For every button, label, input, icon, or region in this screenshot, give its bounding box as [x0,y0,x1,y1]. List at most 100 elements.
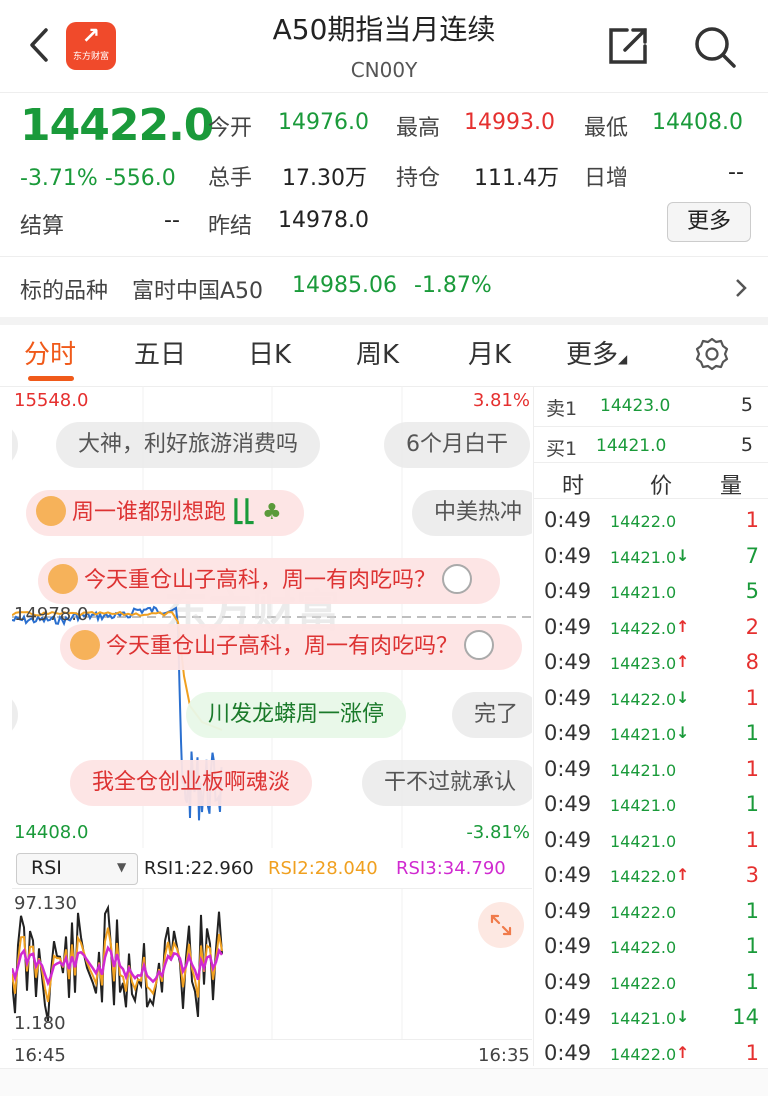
tab-daily-k[interactable]: 日K [248,334,291,371]
trade-time: 0:49 [544,650,592,674]
tab-five-day[interactable]: 五日 [134,334,186,371]
rsi2-value: RSI2:28.040 [268,858,378,879]
danmu-text: 大神，利好旅游消费吗 [78,432,299,457]
volume-label: 总手 [208,166,253,191]
trade-time: 0:49 [544,1040,592,1065]
trade-time: 0:49 [544,579,592,603]
open-label: 今开 [208,116,253,141]
danmu-bubble[interactable]: 完了 [452,692,532,738]
expand-chart-button[interactable] [478,902,524,948]
underlying-change: -1.87% [414,273,492,298]
trade-panel: 卖1 14423.0 5 买1 14421.0 5 时 价 量 0:49 1442… [533,386,768,1066]
change-abs: -556.0 [104,166,176,191]
chart-min-price: 14408.0 [14,822,89,843]
trade-row: 0:49 14422.0 1 [534,966,768,1001]
oi-value: 111.4万 [474,166,559,191]
intraday-chart[interactable]: 东方财富 盘 大神，利好旅游消费吗 6个月白干 周一谁都别想跑 ⎣⎣ ♣ 中美热… [12,386,532,848]
arrow-up-icon: ↑ [676,1042,690,1062]
share-icon[interactable] [605,24,651,68]
underlying-label: 标的品种 [20,279,109,304]
trade-price: 14421.0 [610,1009,677,1028]
trade-volume: 1 [745,756,759,781]
top-bar: ↗ 东方财富 A50期指当月连续 CN00Y [0,0,768,93]
danmu-bubble[interactable]: 大神，利好旅游消费吗 [56,422,321,468]
rsi-chart[interactable]: 97.130 1.180 [12,888,532,1040]
danmu-bubble[interactable]: 干不过就承认 [362,760,532,806]
rsi-min: 1.180 [14,1013,66,1034]
trade-row: 0:49 14423.0 ↑ 8 [534,646,768,681]
trade-volume: 1 [745,721,759,745]
tab-weekly-k[interactable]: 周K [356,334,399,371]
trade-price: 14422.0 [610,973,677,993]
trade-row: 0:49 14422.0 1 [534,895,768,930]
tab-intraday[interactable]: 分时 [24,334,76,371]
trade-price: 14421.0 [610,583,677,602]
danmu-text: 6个月白干 [406,432,508,457]
trade-time: 0:49 [544,543,592,568]
trade-row: 0:49 14422.0 1 [534,504,768,539]
prev-settle-value: 14978.0 [278,208,369,233]
underlying-row[interactable]: 标的品种 富时中国A50 14985.06 -1.87% [0,256,768,325]
tab-monthly-k[interactable]: 月K [468,334,511,371]
danmu-bubble[interactable]: 周一谁都别想跑 ⎣⎣ ♣ [26,490,304,536]
danmu-bubble[interactable]: 6个月白干 [384,422,530,468]
bid-price: 14421.0 [596,436,667,456]
trade-row: 0:49 14422.0 1 [534,930,768,965]
trade-volume: 7 [745,543,759,568]
trade-volume: 1 [745,685,759,710]
trade-volume: 3 [745,863,759,887]
trade-price: 14422.0 [610,902,677,922]
settings-gear-icon[interactable] [694,336,730,372]
trade-time: 0:49 [544,614,592,639]
trade-row: 0:49 14421.0 ↓ 1 [534,717,768,752]
trade-volume: 1 [745,508,759,532]
danmu-bubble[interactable]: 中美热冲 [412,490,532,536]
danmu-text: 今天重仓山子高科，周一有肉吃吗？ [84,568,437,593]
more-button[interactable]: 更多 [667,202,751,242]
tab-more[interactable]: 更多◢ [566,334,627,371]
trade-time: 0:49 [544,721,592,745]
trade-row: 0:49 14422.0 ↑ 2 [534,611,768,646]
back-arrow-icon[interactable] [28,26,50,64]
low-value: 14408.0 [652,110,743,135]
divider [534,426,768,427]
high-label: 最高 [396,116,441,141]
danmu-bubble[interactable]: 今天重仓山子高科，周一有肉吃吗？ [38,558,501,604]
trade-time: 0:49 [544,508,592,532]
arrow-down-icon: ↓ [676,545,690,565]
trade-row: 0:49 14421.0 1 [534,788,768,823]
underlying-name: 富时中国A50 [132,279,264,304]
trade-price: 14421.0 [610,796,677,815]
search-icon[interactable] [692,24,738,70]
instrument-code: CN00Y [350,58,418,82]
danmu-bubble[interactable]: 川发龙蟒周一涨停 [186,692,407,738]
trade-price: 14421.0 [610,831,677,851]
cow-emoji-icon [48,564,78,594]
danmu-text: 周一谁都别想跑 [72,500,227,525]
time-axis-right: 16:35 [478,1045,530,1066]
trade-time: 0:49 [544,863,592,887]
trade-time: 0:49 [544,1005,592,1029]
danmu-text: 中美热冲 [434,500,523,525]
danmu-bubble[interactable]: 我全仓创业板啊魂淡 [70,760,313,806]
danmu-text: 我全仓创业板啊魂淡 [92,770,291,795]
rsi-chart-svg [12,889,403,1039]
trade-time: 0:49 [544,792,592,816]
danmu-bubble[interactable]: 今天重仓山子高科，周一有肉吃吗？ [60,624,523,670]
arrow-up-icon: ↑ [676,652,690,671]
trade-price: 14421.0 [610,760,677,780]
chevron-right-icon [736,279,747,297]
day-inc-label: 日增 [584,166,629,191]
trade-price: 14421.0 [610,547,677,567]
time-col-header: 时 [562,474,585,499]
dropdown-corner-icon: ◢ [618,352,628,366]
indicator-select[interactable]: RSI ▼ [16,853,138,885]
ask-row: 卖1 14423.0 5 [534,388,768,426]
chart-max-pct: 3.81% [472,390,530,411]
low-label: 最低 [584,116,629,141]
divider [534,498,768,499]
cow-emoji-icon [70,630,100,660]
last-price: 14422.0 [20,100,214,151]
surprised-face-icon [464,630,495,660]
trade-volume: 1 [745,792,759,816]
